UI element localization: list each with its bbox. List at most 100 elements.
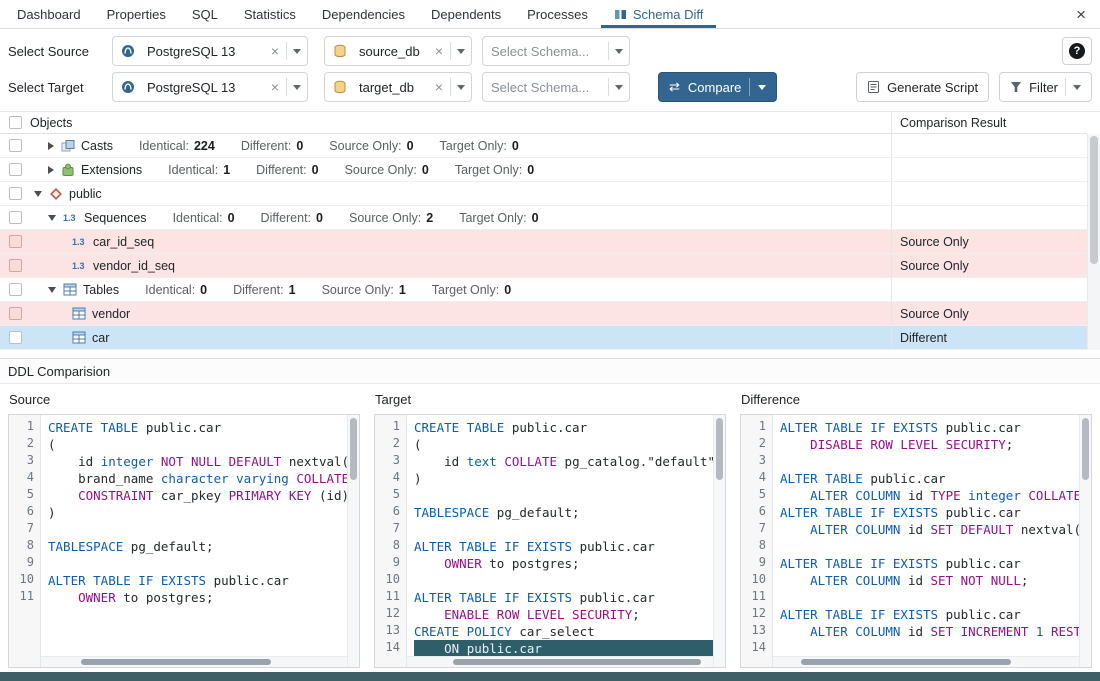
source-database-select[interactable]: source_db ×: [324, 36, 472, 66]
tab-processes[interactable]: Processes: [514, 0, 601, 28]
clear-icon[interactable]: ×: [434, 80, 444, 94]
target-schema-select[interactable]: Select Schema...: [482, 72, 630, 102]
grid-row-vendor[interactable]: vendorSource Only: [0, 302, 1087, 326]
tab-schema-diff[interactable]: Schema Diff: [601, 0, 717, 28]
row-checkbox[interactable]: [9, 139, 22, 152]
horizontal-scrollbar[interactable]: [41, 656, 347, 667]
clear-icon[interactable]: ×: [434, 44, 444, 58]
clear-icon[interactable]: ×: [270, 44, 280, 58]
generate-script-label: Generate Script: [887, 80, 978, 95]
selector-panel: Select Source PostgreSQL 13 × source_db …: [0, 29, 1100, 111]
tab-statistics[interactable]: Statistics: [231, 0, 309, 28]
filter-button[interactable]: Filter: [999, 72, 1092, 102]
tab-label: Processes: [527, 7, 588, 22]
code-line: CREATE POLICY car_select: [414, 623, 713, 640]
close-icon[interactable]: ×: [1066, 6, 1096, 23]
count-different: Different:0: [261, 211, 323, 225]
chevron-down-icon[interactable]: [457, 49, 465, 54]
help-button[interactable]: ?: [1062, 37, 1092, 65]
grid-row-car-id-seq[interactable]: 1.3car_id_seqSource Only: [0, 230, 1087, 254]
scrollbar-thumb[interactable]: [350, 418, 357, 480]
tab-sql[interactable]: SQL: [179, 0, 231, 28]
grid-row-vendor-id-seq[interactable]: 1.3vendor_id_seqSource Only: [0, 254, 1087, 278]
grid-row-extensions[interactable]: ExtensionsIdentical:1Different:0Source O…: [0, 158, 1087, 182]
chevron-down-icon[interactable]: [615, 85, 623, 90]
row-checkbox[interactable]: [9, 187, 22, 200]
divider: [749, 78, 750, 96]
row-checkbox[interactable]: [9, 283, 22, 296]
compare-button[interactable]: ⇄ Compare: [658, 72, 777, 102]
code-line: ): [414, 470, 713, 487]
scrollbar-thumb[interactable]: [801, 659, 1011, 665]
line-number-gutter: 1234567891011121314: [741, 415, 773, 667]
clear-icon[interactable]: ×: [270, 80, 280, 94]
object-label: Casts: [81, 139, 113, 153]
horizontal-scrollbar[interactable]: [407, 656, 713, 667]
row-checkbox[interactable]: [9, 331, 22, 344]
difference-code-area[interactable]: ALTER TABLE IF EXISTS public.car DISABLE…: [773, 415, 1079, 667]
vertical-scrollbar[interactable]: [347, 415, 359, 667]
vertical-scrollbar[interactable]: [1079, 415, 1091, 667]
chevron-down-icon[interactable]: [758, 85, 766, 90]
code-line: ALTER COLUMN id SET NOT NULL;: [780, 572, 1079, 589]
chevron-down-icon[interactable]: [293, 49, 301, 54]
chevron-down-icon[interactable]: [457, 85, 465, 90]
grid-row-car[interactable]: carDifferent: [0, 326, 1087, 350]
collapse-chevron-icon[interactable]: [48, 287, 56, 293]
target-server-select[interactable]: PostgreSQL 13 ×: [112, 72, 308, 102]
ddl-panes: 1234567891011 CREATE TABLE public.car( i…: [0, 414, 1100, 668]
row-checkbox[interactable]: [9, 235, 22, 248]
scrollbar-thumb[interactable]: [1090, 136, 1098, 264]
chevron-down-icon[interactable]: [615, 49, 623, 54]
ddl-pane-difference[interactable]: 1234567891011121314 ALTER TABLE IF EXIST…: [740, 414, 1092, 668]
code-line: (: [414, 436, 713, 453]
scrollbar-thumb[interactable]: [1082, 418, 1089, 480]
divider: [608, 78, 609, 96]
scrollbar-thumb[interactable]: [81, 659, 271, 665]
tab-dependents[interactable]: Dependents: [418, 0, 514, 28]
target-database-select[interactable]: target_db ×: [324, 72, 472, 102]
expand-chevron-icon[interactable]: [48, 166, 54, 174]
grid-row-casts[interactable]: CastsIdentical:224Different:0Source Only…: [0, 134, 1087, 158]
object-label: car: [92, 331, 109, 345]
code-line: ALTER TABLE public.car: [780, 470, 1079, 487]
code-line: (: [48, 436, 347, 453]
grid-row-sequences[interactable]: 1.3SequencesIdentical:0Different:0Source…: [0, 206, 1087, 230]
row-checkbox[interactable]: [9, 163, 22, 176]
select-all-checkbox[interactable]: [9, 116, 22, 129]
grid-row-tables[interactable]: TablesIdentical:0Different:1Source Only:…: [0, 278, 1087, 302]
row-checkbox[interactable]: [9, 259, 22, 272]
tab-properties[interactable]: Properties: [94, 0, 179, 28]
postgresql-icon: [121, 80, 135, 94]
chevron-down-icon[interactable]: [1073, 85, 1081, 90]
count-identical: Identical:0: [173, 211, 235, 225]
chevron-down-icon[interactable]: [293, 85, 301, 90]
vertical-scrollbar[interactable]: [713, 415, 725, 667]
scrollbar-thumb[interactable]: [716, 418, 723, 480]
ddl-pane-source[interactable]: 1234567891011 CREATE TABLE public.car( i…: [8, 414, 360, 668]
source-server-select[interactable]: PostgreSQL 13 ×: [112, 36, 308, 66]
row-checkbox[interactable]: [9, 307, 22, 320]
code-line: [780, 589, 1079, 606]
tab-dependencies[interactable]: Dependencies: [309, 0, 418, 28]
generate-script-button[interactable]: Generate Script: [856, 72, 989, 102]
code-line: ALTER COLUMN id SET DEFAULT nextval(: [780, 521, 1079, 538]
bottom-bar: [0, 672, 1100, 681]
source-code-area[interactable]: CREATE TABLE public.car( id integer NOT …: [41, 415, 347, 667]
target-code-area[interactable]: CREATE TABLE public.car( id text COLLATE…: [407, 415, 713, 667]
ddl-pane-target[interactable]: 1234567891011121314 CREATE TABLE public.…: [374, 414, 726, 668]
grid-vertical-scrollbar[interactable]: [1087, 134, 1100, 350]
grid-row-public[interactable]: public: [0, 182, 1087, 206]
expand-chevron-icon[interactable]: [48, 142, 54, 150]
schema-diff-icon: [614, 8, 627, 21]
code-line: TABLESPACE pg_default;: [48, 538, 347, 555]
collapse-chevron-icon[interactable]: [34, 191, 42, 197]
count-identical: Identical:1: [168, 163, 230, 177]
horizontal-scrollbar[interactable]: [773, 656, 1079, 667]
source-schema-select[interactable]: Select Schema...: [482, 36, 630, 66]
scrollbar-thumb[interactable]: [453, 659, 701, 665]
tab-dashboard[interactable]: Dashboard: [4, 0, 94, 28]
select-source-label: Select Source: [8, 44, 112, 59]
row-checkbox[interactable]: [9, 211, 22, 224]
collapse-chevron-icon[interactable]: [48, 215, 56, 221]
